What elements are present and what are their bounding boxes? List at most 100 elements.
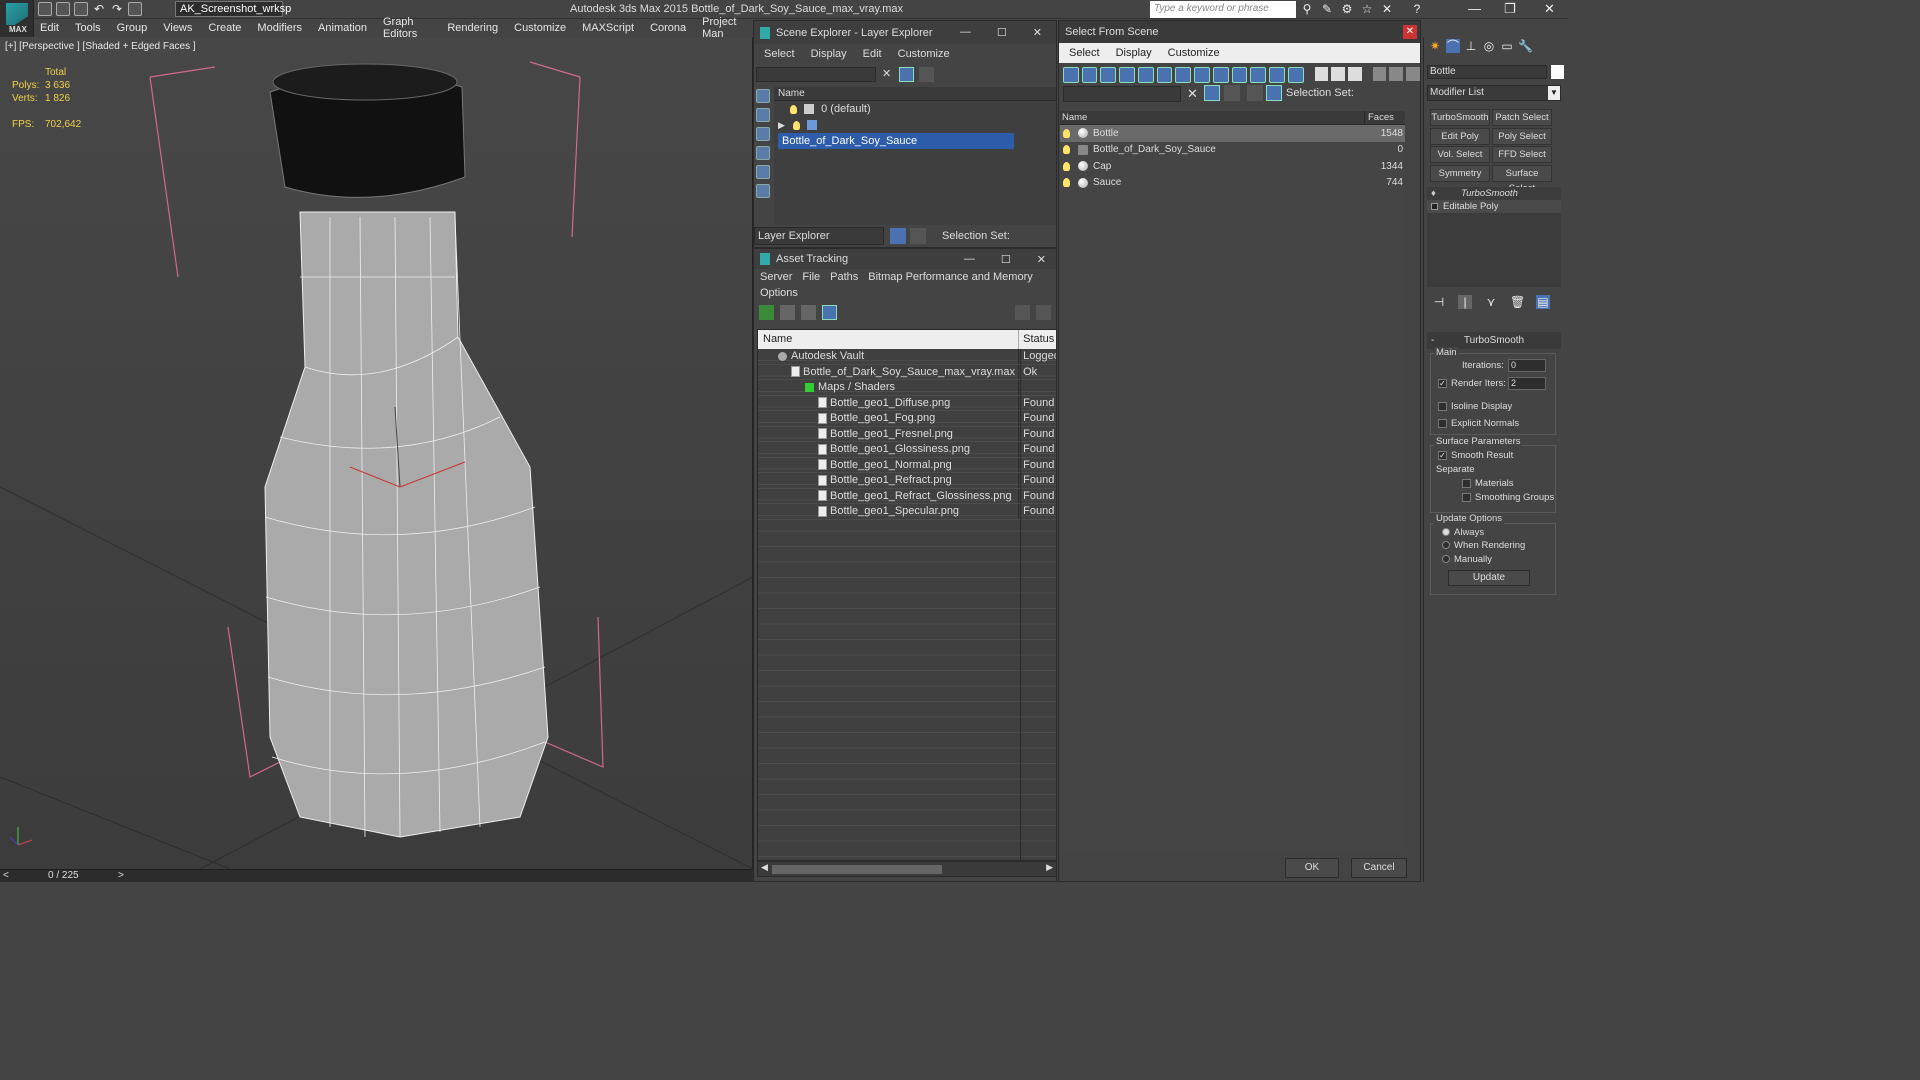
expand-icon[interactable]: ▶ — [778, 120, 785, 130]
se-display-lights-icon[interactable] — [756, 127, 770, 141]
remove-modifier-icon[interactable]: 🗑 — [1510, 295, 1525, 309]
scroll-thumb[interactable] — [772, 865, 942, 874]
undo-icon[interactable]: ↶ — [92, 2, 106, 16]
sfs-search-input[interactable] — [1063, 86, 1181, 102]
save-file-icon[interactable] — [74, 2, 88, 16]
se-menu-display[interactable]: Display — [811, 48, 847, 60]
sfs-row[interactable]: Sauce 744 — [1060, 175, 1405, 192]
light-bulb-icon[interactable] — [1063, 128, 1070, 138]
modifier-list-dropdown[interactable]: Modifier List ▼ — [1427, 85, 1561, 101]
scroll-left-icon[interactable]: ◀ — [761, 862, 768, 873]
se-layer-icon[interactable] — [919, 67, 934, 82]
sfs-menu-display[interactable]: Display — [1116, 47, 1152, 59]
object-name-field[interactable]: Bottle — [1427, 65, 1547, 79]
at-menu-server[interactable]: Server — [760, 271, 792, 283]
se-hierarchy-icon[interactable] — [910, 228, 926, 244]
at-menu-file[interactable]: File — [802, 271, 820, 283]
select-all-icon[interactable] — [1314, 67, 1329, 81]
ok-button[interactable]: OK — [1285, 858, 1339, 878]
sfs-row[interactable]: Cap 1344 — [1060, 158, 1405, 175]
table-view-icon[interactable] — [822, 305, 837, 320]
make-unique-icon[interactable]: ⋎ — [1484, 295, 1498, 309]
perspective-viewport[interactable]: [+] [Perspective ] [Shaded + Edged Faces… — [0, 37, 753, 869]
stack-item-editable-poly[interactable]: Editable Poly — [1427, 200, 1561, 213]
when-rendering-radio[interactable] — [1442, 541, 1450, 550]
sfs-options-icon[interactable] — [1406, 67, 1420, 81]
sfs-sort-icon[interactable] — [1389, 67, 1404, 81]
se-display-spacewarps-icon[interactable] — [756, 184, 770, 198]
filter-shapes-icon[interactable] — [1081, 67, 1098, 83]
sfs-clear-icon[interactable]: ✕ — [1187, 86, 1198, 102]
redo-icon[interactable]: ↷ — [110, 2, 124, 16]
asset-row[interactable]: Bottle_of_Dark_Soy_Sauce_max_vray.max Ok — [758, 364, 1056, 380]
menu-rendering[interactable]: Rendering — [441, 22, 504, 34]
asset-row[interactable]: Bottle_geo1_Glossiness.png Found — [758, 442, 1056, 458]
scene-explorer-minimize-icon[interactable]: — — [960, 26, 971, 39]
star-icon[interactable]: ☆ — [1360, 2, 1374, 16]
asset-row[interactable]: Bottle_geo1_Fog.png Found — [758, 411, 1056, 427]
menu-views[interactable]: Views — [157, 22, 198, 34]
isoline-checkbox[interactable] — [1438, 401, 1447, 411]
at-settings-icon[interactable] — [1036, 305, 1051, 320]
light-bulb-icon[interactable] — [1063, 178, 1070, 188]
menu-modifiers[interactable]: Modifiers — [251, 22, 308, 34]
asset-tracking-minimize-icon[interactable]: — — [964, 253, 975, 266]
tab-create-icon[interactable]: ✷ — [1428, 39, 1442, 53]
light-bulb-icon[interactable]: ♦ — [1431, 187, 1436, 200]
modifier-turbosmooth-button[interactable]: TurboSmooth — [1430, 109, 1490, 126]
show-end-result-icon[interactable]: | — [1458, 295, 1472, 309]
tab-modify-icon[interactable]: ⌒ — [1446, 39, 1460, 53]
new-file-icon[interactable] — [38, 2, 52, 16]
se-menu-select[interactable]: Select — [764, 48, 795, 60]
select-invert-icon[interactable] — [1348, 67, 1362, 81]
menu-group[interactable]: Group — [111, 22, 154, 34]
tab-utilities-icon[interactable]: 🔧 — [1518, 39, 1533, 53]
object-color-swatch[interactable] — [1551, 65, 1564, 79]
menu-corona[interactable]: Corona — [644, 22, 692, 34]
sfs-stack-icon[interactable] — [1247, 85, 1263, 101]
workspace-dropdown[interactable]: AK_Screenshot_wrksp — [175, 1, 291, 17]
se-search-input[interactable] — [756, 67, 876, 82]
asset-row[interactable]: Bottle_geo1_Refract_Glossiness.png Found — [758, 488, 1056, 504]
filter-particles-icon[interactable] — [1287, 67, 1304, 83]
asset-row[interactable]: Bottle_geo1_Diffuse.png Found — [758, 395, 1056, 411]
sfs-close-icon[interactable]: ✕ — [1403, 25, 1417, 39]
scene-explorer-maximize-icon[interactable]: ☐ — [997, 26, 1007, 39]
at-menu-paths[interactable]: Paths — [830, 271, 858, 283]
se-display-shapes-icon[interactable] — [756, 108, 770, 122]
viewport-label[interactable]: [+] [Perspective ] [Shaded + Edged Faces… — [5, 41, 196, 52]
project-folder-icon[interactable] — [128, 2, 142, 16]
render-iters-checkbox[interactable]: ✓ — [1438, 378, 1447, 388]
at-menu-options[interactable]: Options — [760, 287, 798, 299]
list-view-icon[interactable] — [780, 305, 795, 320]
modifier-poly-select-button[interactable]: Poly Select — [1492, 128, 1552, 145]
tab-hierarchy-icon[interactable]: ⊥ — [1464, 39, 1478, 53]
sfs-menu-customize[interactable]: Customize — [1168, 47, 1220, 59]
time-slider[interactable]: < 0 / 225 > — [0, 869, 753, 882]
se-menu-customize[interactable]: Customize — [898, 48, 950, 60]
filter-groups-icon[interactable] — [1175, 67, 1192, 83]
filter-cameras-icon[interactable] — [1119, 67, 1135, 83]
menu-customize[interactable]: Customize — [508, 22, 572, 34]
help-icon[interactable]: ? — [1410, 2, 1424, 16]
open-file-icon[interactable] — [56, 2, 70, 16]
binoculars-icon[interactable]: ⚲ — [1300, 2, 1314, 16]
asset-tracking-close-icon[interactable]: ✕ — [1037, 253, 1046, 266]
scroll-right-icon[interactable]: ▶ — [1046, 862, 1053, 873]
tab-motion-icon[interactable]: ◎ — [1482, 39, 1496, 53]
menu-create[interactable]: Create — [202, 22, 247, 34]
stack-item-turbosmooth[interactable]: ♦ TurboSmooth — [1427, 187, 1561, 200]
light-bulb-icon[interactable] — [792, 120, 800, 130]
filter-xrefs-icon[interactable] — [1194, 67, 1210, 83]
cancel-button[interactable]: Cancel — [1351, 858, 1407, 878]
light-bulb-icon[interactable] — [1063, 161, 1070, 171]
manually-radio[interactable] — [1442, 555, 1450, 564]
filter-geometry-icon[interactable] — [1063, 67, 1079, 83]
se-layer-mode-icon[interactable] — [890, 228, 906, 244]
app-logo[interactable]: MAX — [0, 0, 34, 37]
sfs-row[interactable]: Bottle 1548 — [1060, 125, 1405, 142]
scene-explorer-close-icon[interactable]: ✕ — [1033, 26, 1042, 39]
filter-containers-icon[interactable] — [1231, 67, 1248, 83]
asset-col-status[interactable]: Status — [1019, 330, 1056, 349]
subscription-icon[interactable]: ⚙ — [1340, 2, 1354, 16]
